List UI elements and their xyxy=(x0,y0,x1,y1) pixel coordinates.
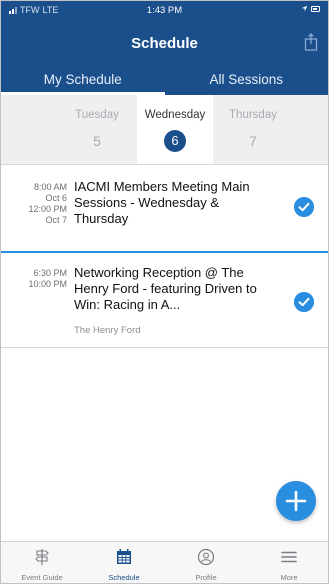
nav-profile[interactable]: Profile xyxy=(165,542,247,583)
event-end-time: 12:00 PM xyxy=(28,204,67,214)
day-tuesday[interactable]: Tuesday 5 xyxy=(59,95,135,164)
battery-icon xyxy=(311,5,320,12)
signpost-icon xyxy=(35,549,49,565)
nav-schedule[interactable]: Schedule xyxy=(83,542,165,583)
day-number: 7 xyxy=(249,133,257,149)
profile-icon xyxy=(197,548,215,566)
event-start-time: 6:30 PM xyxy=(33,268,67,278)
day-number: 5 xyxy=(93,133,101,149)
app-screen: TFW LTE 1:43 PM Schedule My Schedule All… xyxy=(0,0,329,584)
nav-label: Schedule xyxy=(108,573,140,582)
bottom-nav: Event Guide Schedule Profile More xyxy=(1,541,328,583)
list-divider xyxy=(1,347,328,348)
event-start-date: Oct 6 xyxy=(45,193,67,203)
nav-label: Event Guide xyxy=(21,573,63,582)
day-number: 6 xyxy=(164,130,186,152)
event-start-time: 8:00 AM xyxy=(33,182,67,192)
nav-label: Profile xyxy=(195,573,217,582)
menu-icon xyxy=(281,551,297,563)
schedule-event[interactable]: 6:30 PM 10:00 PM Networking Reception @ … xyxy=(1,253,328,347)
add-session-button[interactable] xyxy=(276,481,316,521)
added-check-icon[interactable] xyxy=(294,197,314,217)
day-name: Tuesday xyxy=(75,109,119,121)
nav-event-guide[interactable]: Event Guide xyxy=(1,542,83,583)
day-wednesday[interactable]: Wednesday 6 xyxy=(137,95,213,164)
tab-all-sessions[interactable]: All Sessions xyxy=(165,65,329,95)
page-title: Schedule xyxy=(131,35,198,52)
day-thursday[interactable]: Thursday 7 xyxy=(215,95,291,164)
event-end-time: 10:00 PM xyxy=(28,279,67,289)
schedule-event[interactable]: 8:00 AM Oct 6 12:00 PM Oct 7 IACMI Membe… xyxy=(1,165,328,249)
status-bar: TFW LTE 1:43 PM xyxy=(1,4,328,18)
event-title: IACMI Members Meeting Main Sessions - We… xyxy=(74,179,250,226)
status-right xyxy=(301,5,320,12)
app-header: TFW LTE 1:43 PM Schedule My Schedule All… xyxy=(1,1,328,95)
event-end-date: Oct 7 xyxy=(45,215,67,225)
schedule-tabs: My Schedule All Sessions xyxy=(1,65,328,95)
day-name: Wednesday xyxy=(144,109,206,121)
day-name: Thursday xyxy=(229,109,277,121)
status-time: 1:43 PM xyxy=(146,5,183,16)
location-icon xyxy=(301,5,308,12)
event-title: Networking Reception @ The Henry Ford - … xyxy=(74,265,257,312)
nav-label: More xyxy=(280,573,298,582)
share-icon[interactable] xyxy=(304,33,318,51)
added-check-icon[interactable] xyxy=(294,292,314,312)
day-selector: Tuesday 5 Wednesday 6 Thursday 7 xyxy=(1,95,328,165)
event-location: The Henry Ford xyxy=(74,325,141,336)
calendar-icon xyxy=(117,549,131,564)
tab-my-schedule[interactable]: My Schedule xyxy=(1,65,165,95)
nav-more[interactable]: More xyxy=(248,542,328,583)
